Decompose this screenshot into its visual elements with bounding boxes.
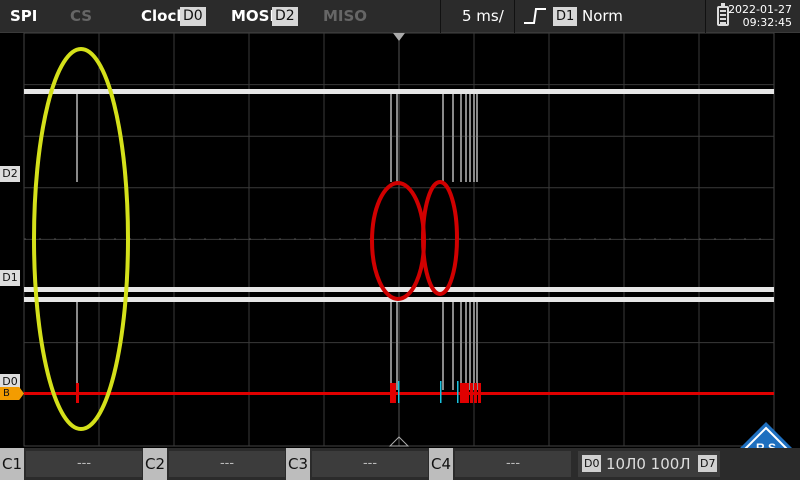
d2-pulse [460,94,462,182]
d2-pulse [390,94,392,182]
bus-frame-marker [470,383,473,403]
trigger-mode[interactable]: Norm [582,7,623,25]
clock-source-badge[interactable]: D0 [180,7,206,26]
d2-pulse [469,94,471,182]
date-display: 2022-01-27 [728,3,792,16]
d2-pulse [476,94,478,182]
bus-frame-marker [474,383,477,403]
top-toolbar: SPI CS Clock D0 MOSI D2 MISO 5 ms/ D1 No… [0,0,800,33]
d0-pulse [465,302,467,390]
mosi-source-badge[interactable]: D2 [272,7,298,26]
protocol-label[interactable]: SPI [10,7,37,25]
miso-label[interactable]: MISO [323,7,367,25]
bus-frame-marker [460,383,463,403]
trigger-edge-icon[interactable] [522,7,548,25]
channel-c4-label[interactable]: C4 [429,448,453,480]
bus-frame-marker [76,383,79,403]
logic-state-text: 10Л0 100Л [606,455,691,473]
bottom-channel-bar: C1 --- C2 --- C3 --- C4 --- D0 10Л0 100Л… [0,448,800,480]
d0-pulse [460,302,462,390]
bus-frame-marker [478,383,481,403]
d0-pulse [390,302,392,390]
d0-pulse [469,302,471,390]
bus-frame-marker [390,383,393,403]
d2-pulse [442,94,444,182]
bus-frame-marker [463,383,466,403]
timebase-value[interactable]: 5 ms/ [462,7,504,25]
channel-c2-label[interactable]: C2 [143,448,167,480]
channel-c1-value[interactable]: --- [26,451,142,477]
channel-c4-value[interactable]: --- [455,451,571,477]
d2-pulse [465,94,467,182]
logic-end-badge: D7 [698,455,718,472]
d1-level-line [24,287,774,292]
time-display: 09:32:45 [742,16,792,29]
d2-pulse [473,94,475,182]
d0-pulse [442,302,444,390]
annotation-ellipse-yellow [32,47,130,431]
d2-pulse [396,94,398,182]
waveform-display[interactable]: D2 D1 D0 B R S [0,33,800,474]
d2-pulse [452,94,454,182]
cs-label[interactable]: CS [70,7,92,25]
d0-pulse [396,302,398,390]
bus-cyan-marker [398,381,400,403]
mosi-label[interactable]: MOSI [231,7,275,25]
d0-pulse [476,302,478,390]
channel-c2-value[interactable]: --- [169,451,285,477]
d0-pulse [473,302,475,390]
logic-start-badge: D0 [582,455,602,472]
bus-frame-marker [393,383,396,403]
trigger-source-badge[interactable]: D1 [553,7,578,26]
bus-cyan-marker [440,381,442,403]
d2-high-level [24,89,774,94]
bus-cyan-marker [457,381,459,403]
d0-pulse [76,302,78,390]
toolbar-divider [440,0,441,33]
d0-pulse [452,302,454,390]
annotation-ellipse-red [421,180,459,296]
d2-pulse [76,94,78,182]
channel-label-d1[interactable]: D1 [0,270,20,286]
channel-c3-label[interactable]: C3 [286,448,310,480]
toolbar-divider [514,0,515,33]
bus-marker-b[interactable]: B [0,387,24,400]
toolbar-divider [705,0,706,33]
logic-channel-panel[interactable]: D0 10Л0 100Л D7 [578,451,720,477]
channel-c3-value[interactable]: --- [312,451,428,477]
bus-frame-marker [466,383,469,403]
channel-label-d2[interactable]: D2 [0,166,20,182]
waveform-traces [24,47,774,431]
channel-c1-label[interactable]: C1 [0,448,24,480]
annotation-ellipse-red [370,181,426,301]
